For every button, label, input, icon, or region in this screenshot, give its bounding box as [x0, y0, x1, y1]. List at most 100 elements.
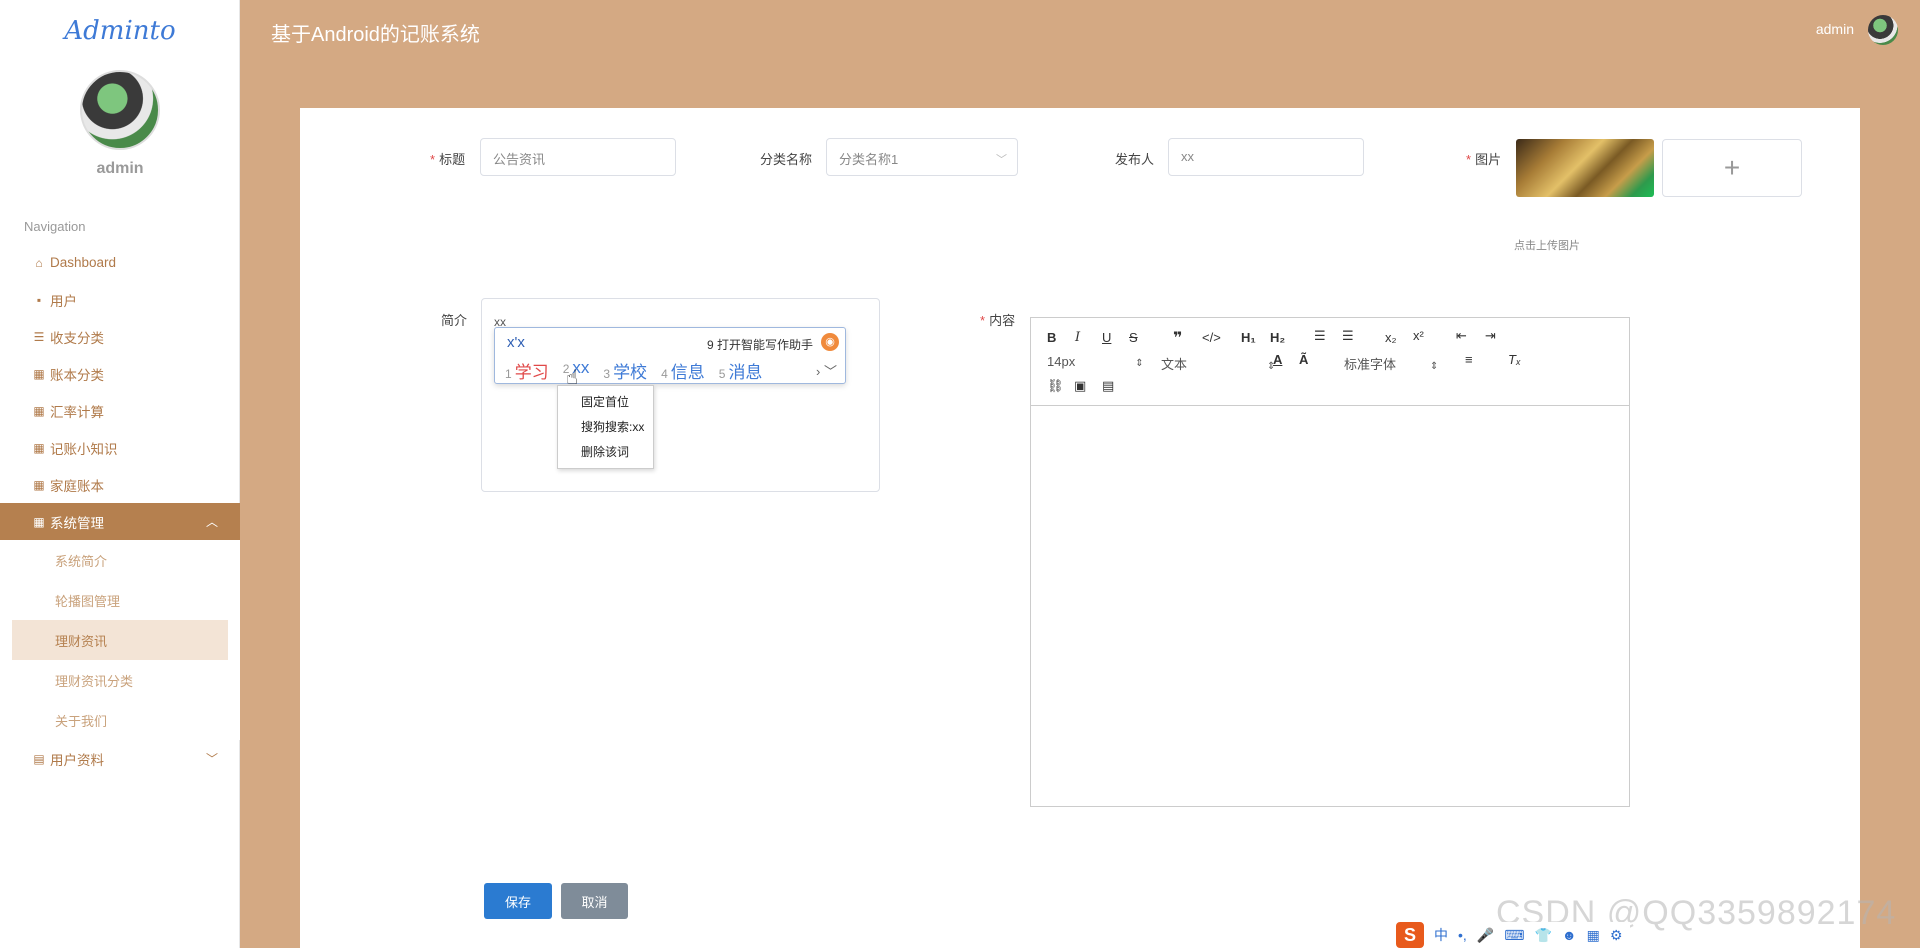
sogou-logo-icon[interactable]: S	[1396, 922, 1424, 948]
page-title: 基于Android的记账系统	[271, 24, 480, 46]
punctuation-toggle[interactable]: •,	[1458, 927, 1467, 943]
rich-text-editor: B I U S ❞ </> H₁ H₂ ☰ ☰ x₂ x² ⇤ ⇥ 14px ⇕ …	[1030, 317, 1630, 807]
block-format-value: 文本	[1161, 357, 1188, 372]
bold-icon[interactable]: B	[1047, 330, 1056, 345]
sub-item-finance-news-category[interactable]: 理财资讯分类	[12, 660, 228, 700]
sidebar-item-label: 账本分类	[50, 367, 104, 383]
hand-cursor-icon: ☝	[566, 367, 579, 389]
image-icon[interactable]: ▣	[1074, 378, 1086, 394]
nav-menu: ⌂ Dashboard ▪ 用户 ☰ 收支分类 ▦ 账本分类 ▦ 汇率计算 ▦ 记账小知识 …	[0, 244, 240, 777]
candidate-text: 学校	[613, 363, 648, 382]
category-select[interactable]: 分类名称1 ﹀	[826, 138, 1018, 176]
sidebar-item-users[interactable]: ▪ 用户	[0, 281, 240, 318]
home-icon: ⌂	[35, 255, 43, 270]
background-color-icon[interactable]: Ã	[1299, 352, 1308, 367]
grid-icon: ▦	[33, 366, 45, 381]
grid-icon: ▦	[33, 514, 45, 529]
ime-candidate[interactable]: 4 信息	[661, 358, 705, 383]
ime-candidate[interactable]: 3 学校	[603, 358, 647, 383]
clear-format-icon[interactable]: Tₓ	[1508, 352, 1521, 367]
underline-icon[interactable]: U	[1102, 330, 1111, 345]
chevron-right-icon[interactable]: › ﹀	[816, 361, 837, 380]
required-mark: *	[430, 152, 436, 167]
heading1-icon[interactable]: H₁	[1241, 330, 1256, 345]
settings-icon[interactable]: ⚙	[1610, 927, 1623, 944]
list-icon: ☰	[33, 329, 45, 344]
candidate-number: 3	[603, 367, 611, 381]
outdent-icon[interactable]: ⇤	[1456, 328, 1467, 344]
updown-icon: ⇕	[1430, 361, 1439, 372]
title-input[interactable]: 公告资讯	[480, 138, 676, 176]
font-size-select[interactable]: 14px ⇕	[1047, 354, 1144, 369]
menu-item-sogou-search[interactable]: 搜狗搜索:xx	[558, 417, 653, 442]
save-button[interactable]: 保存	[484, 883, 552, 919]
candidate-text: 消息	[728, 363, 763, 382]
sub-item-about-us[interactable]: 关于我们	[12, 700, 228, 740]
sidebar-item-income-expense-category[interactable]: ☰ 收支分类	[0, 318, 240, 355]
code-block-icon[interactable]: </>	[1202, 330, 1221, 345]
upload-hint: 点击上传图片	[1514, 240, 1580, 252]
block-format-select[interactable]: 文本 ⇕	[1161, 354, 1275, 373]
menu-item-delete-word[interactable]: 删除该词	[558, 442, 653, 467]
superscript-icon[interactable]: x²	[1413, 328, 1424, 343]
grid-icon: ▦	[33, 403, 45, 418]
ime-composition: x'x	[507, 334, 525, 351]
indent-icon[interactable]: ⇥	[1485, 328, 1496, 344]
strikethrough-icon[interactable]: S	[1129, 330, 1138, 345]
cancel-button[interactable]: 取消	[561, 883, 628, 919]
publisher-input[interactable]: xx	[1168, 138, 1364, 176]
subscript-icon[interactable]: x₂	[1385, 330, 1397, 345]
ime-candidate[interactable]: 1 学习	[505, 358, 549, 383]
bullet-list-icon[interactable]: ☰	[1342, 328, 1354, 344]
sidebar-item-ledger-category[interactable]: ▦ 账本分类	[0, 355, 240, 392]
sidebar-item-bookkeeping-tips[interactable]: ▦ 记账小知识	[0, 429, 240, 466]
upload-button[interactable]: +	[1662, 139, 1802, 197]
sub-item-carousel[interactable]: 轮播图管理	[12, 580, 228, 620]
chevron-down-icon: ﹀	[205, 752, 218, 766]
keyboard-icon[interactable]: ⌨	[1504, 927, 1524, 944]
candidate-text: 学习	[514, 363, 549, 382]
header-username[interactable]: admin	[1816, 21, 1854, 37]
ime-assist-link[interactable]: 9 打开智能写作助手	[707, 336, 813, 353]
sidebar-item-dashboard[interactable]: ⌂ Dashboard	[0, 244, 240, 281]
sidebar-item-user-profile[interactable]: ▤ 用户资料 ﹀	[0, 740, 240, 777]
ordered-list-icon[interactable]: ☰	[1314, 328, 1326, 344]
avatar[interactable]	[1868, 15, 1898, 45]
sub-item-finance-news[interactable]: 理财资讯	[12, 620, 228, 660]
uploaded-image-thumbnail[interactable]	[1516, 139, 1654, 197]
link-icon[interactable]: ⛓	[1047, 378, 1064, 394]
italic-icon[interactable]: I	[1075, 330, 1080, 345]
assistant-icon[interactable]: ◉	[821, 333, 839, 351]
mic-icon[interactable]: 🎤	[1477, 927, 1494, 944]
sidebar-item-label: 汇率计算	[50, 404, 104, 420]
emoji-icon[interactable]: ☻	[1562, 927, 1577, 943]
sidebar-item-label: 家庭账本	[50, 478, 104, 494]
ime-candidate[interactable]: 5 消息	[719, 358, 763, 383]
blockquote-icon[interactable]: ❞	[1173, 328, 1182, 348]
grid-icon: ▦	[33, 477, 45, 492]
sidebar-item-label: 记账小知识	[50, 441, 118, 457]
sidebar-item-label: 系统管理	[50, 515, 104, 531]
editor-toolbar: B I U S ❞ </> H₁ H₂ ☰ ☰ x₂ x² ⇤ ⇥ 14px ⇕ …	[1031, 318, 1629, 406]
sidebar-item-family-ledger[interactable]: ▦ 家庭账本	[0, 466, 240, 503]
font-family-select[interactable]: 标准字体 ⇕	[1344, 354, 1438, 373]
ime-candidate-popup: x'x 9 打开智能写作助手 ◉ 1 学习 2 xx 3 学校 4 信息 5 消息 › ﹀	[494, 327, 846, 384]
sub-item-system-intro[interactable]: 系统简介	[12, 540, 228, 580]
video-icon[interactable]: ▤	[1102, 378, 1114, 394]
sidebar-item-system-management[interactable]: ▦ 系统管理 ︿	[0, 503, 240, 540]
sidebar-item-exchange-rate[interactable]: ▦ 汇率计算	[0, 392, 240, 429]
required-mark: *	[1466, 152, 1472, 167]
chevron-down-icon: ﹀	[996, 154, 1007, 166]
font-color-icon[interactable]: A	[1273, 352, 1282, 367]
menu-item-pin-first[interactable]: 固定首位	[558, 392, 653, 417]
shirt-icon[interactable]: 👕	[1534, 927, 1551, 944]
sidebar-item-label: Dashboard	[50, 255, 117, 270]
updown-icon: ⇕	[1135, 358, 1144, 369]
title-label-text: 标题	[439, 152, 466, 167]
align-icon[interactable]: ≡	[1465, 352, 1473, 367]
input-mode-toggle[interactable]: 中	[1434, 925, 1448, 945]
grid-icon[interactable]: ▦	[1587, 927, 1600, 944]
heading2-icon[interactable]: H₂	[1270, 330, 1285, 345]
font-size-value: 14px	[1047, 354, 1076, 369]
avatar	[80, 70, 160, 150]
